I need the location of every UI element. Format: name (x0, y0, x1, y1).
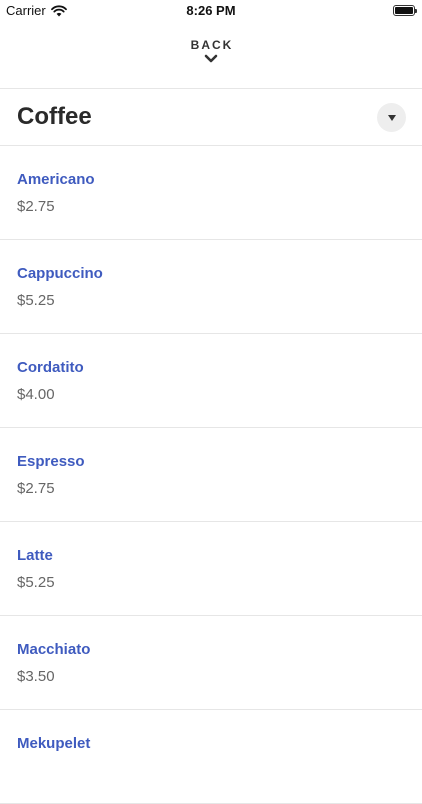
item-price: $5.25 (17, 292, 55, 309)
item-name: Americano (17, 171, 95, 188)
menu-item[interactable]: Mekupelet (0, 710, 422, 804)
back-label: BACK (190, 38, 234, 52)
caret-down-icon (387, 114, 396, 121)
item-name: Espresso (17, 453, 85, 470)
item-name: Cordatito (17, 359, 84, 376)
chevron-down-icon (204, 54, 218, 63)
item-name: Latte (17, 547, 53, 564)
item-price: $2.75 (17, 198, 55, 215)
item-price: $5.25 (17, 574, 55, 591)
battery-icon (393, 5, 417, 16)
item-name: Cappuccino (17, 265, 103, 282)
item-price: $3.50 (17, 668, 55, 685)
status-time: 8:26 PM (186, 3, 236, 18)
menu-list: Americano $2.75 Cappuccino $5.25 Cordatito $4… (0, 146, 422, 804)
status-bar: Carrier 8:26 PM (0, 0, 422, 24)
menu-item[interactable]: Cordatito $4.00 (0, 334, 422, 428)
item-name: Mekupelet (17, 735, 91, 752)
menu-item[interactable]: Americano $2.75 (0, 146, 422, 240)
menu-item[interactable]: Latte $5.25 (0, 522, 422, 616)
back-button[interactable]: BACK (0, 38, 422, 78)
section-header: Coffee (0, 89, 422, 145)
section-title: Coffee (17, 103, 92, 130)
menu-item[interactable]: Cappuccino $5.25 (0, 240, 422, 334)
item-price: $2.75 (17, 480, 55, 497)
menu-item[interactable]: Macchiato $3.50 (0, 616, 422, 710)
item-name: Macchiato (17, 641, 91, 658)
category-dropdown-button[interactable] (377, 103, 406, 132)
item-price: $4.00 (17, 386, 55, 403)
menu-item[interactable]: Espresso $2.75 (0, 428, 422, 522)
